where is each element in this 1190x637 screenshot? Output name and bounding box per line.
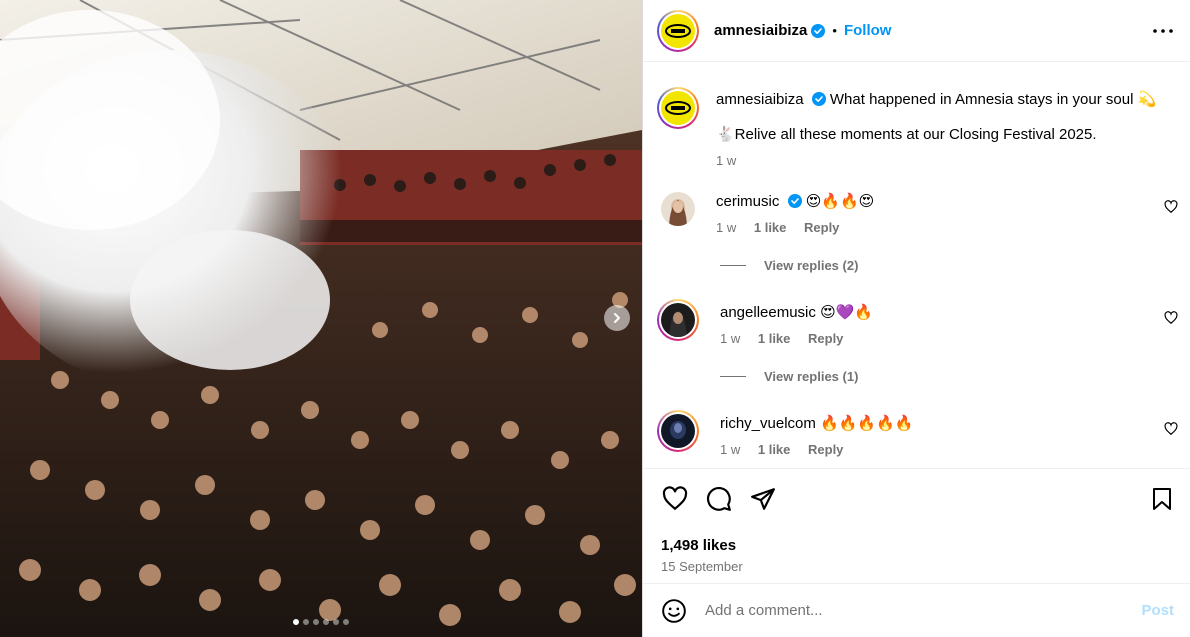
- paper-plane-icon[interactable]: [749, 485, 777, 513]
- comment-text: 😍💜🔥: [820, 304, 874, 321]
- comment-timestamp: 1 w: [720, 442, 741, 457]
- commenter-avatar[interactable]: [661, 192, 695, 226]
- carousel-dot: [293, 619, 299, 625]
- reply-button[interactable]: Reply: [804, 220, 839, 235]
- heart-icon[interactable]: [661, 485, 689, 513]
- author-avatar[interactable]: [657, 9, 699, 52]
- post-caption: amnesiaibiza What happened in Amnesia st…: [643, 63, 1190, 168]
- emoji-icon[interactable]: [661, 598, 687, 624]
- author-username[interactable]: amnesiaibiza: [714, 22, 807, 39]
- post-detail-panel: amnesiaibiza • Follow amnesiaibiza What …: [643, 0, 1190, 637]
- caption-username[interactable]: amnesiaibiza: [716, 91, 804, 108]
- comment-text: 😍🔥🔥😍: [805, 193, 875, 210]
- view-replies-label: View replies (1): [764, 368, 859, 384]
- post-header: amnesiaibiza • Follow: [643, 0, 1190, 62]
- verified-badge-icon: [787, 194, 802, 208]
- verified-badge-icon: [811, 92, 826, 106]
- more-options-icon[interactable]: [1151, 19, 1175, 43]
- comment-likes-count[interactable]: 1 like: [754, 220, 787, 235]
- likes-count[interactable]: 1,498 likes: [661, 537, 1176, 554]
- caption-text-line2: 🐇Relive all these moments at our Closing…: [716, 126, 1097, 143]
- comment-username[interactable]: richy_vuelcom: [720, 415, 816, 432]
- comments-list[interactable]: amnesiaibiza What happened in Amnesia st…: [643, 63, 1190, 468]
- amnesia-logo: [661, 13, 695, 48]
- carousel-dot: [343, 619, 349, 625]
- comment-text: 🔥🔥🔥🔥🔥: [820, 415, 914, 432]
- reply-button[interactable]: Reply: [808, 331, 843, 346]
- header-separator: •: [832, 23, 837, 38]
- verified-badge-icon: [811, 23, 826, 38]
- comment-timestamp: 1 w: [720, 331, 741, 346]
- post-media: [0, 0, 642, 637]
- author-avatar[interactable]: [657, 87, 699, 129]
- comment-item: angelleemusic 😍💜🔥 1 w 1 like Reply: [643, 299, 1190, 346]
- comment-username[interactable]: angelleemusic: [720, 304, 816, 321]
- comment-username[interactable]: cerimusic: [716, 193, 779, 210]
- carousel-dot: [313, 619, 319, 625]
- comment-input[interactable]: [705, 602, 1142, 619]
- view-replies-button[interactable]: View replies (1): [720, 368, 1190, 384]
- commenter-avatar[interactable]: [657, 299, 699, 341]
- chevron-right-icon: [614, 313, 620, 323]
- reply-button[interactable]: Reply: [808, 442, 843, 457]
- comment-bubble-icon[interactable]: [705, 485, 733, 513]
- caption-text: What happened in Amnesia stays in your s…: [829, 91, 1157, 108]
- club-crowd-photo: [0, 0, 642, 637]
- view-replies-label: View replies (2): [764, 257, 859, 273]
- commenter-avatar[interactable]: [657, 410, 699, 452]
- carousel-dot: [303, 619, 309, 625]
- carousel-dot: [333, 619, 339, 625]
- caption-timestamp: 1 w: [716, 153, 737, 168]
- carousel-indicator: [0, 619, 642, 625]
- bookmark-icon[interactable]: [1148, 485, 1176, 513]
- comment-item: cerimusic 😍🔥🔥😍 1 w 1 like Reply: [643, 192, 1190, 235]
- post-comment-button[interactable]: Post: [1141, 602, 1174, 619]
- comment-like-heart-icon[interactable]: [1164, 200, 1178, 214]
- carousel-next-button[interactable]: [604, 305, 630, 331]
- carousel-dot: [323, 619, 329, 625]
- comment-timestamp: 1 w: [716, 220, 737, 235]
- post-actions: 1,498 likes 15 September: [643, 468, 1190, 574]
- comment-like-heart-icon[interactable]: [1164, 311, 1178, 325]
- view-replies-button[interactable]: View replies (2): [720, 257, 1190, 273]
- follow-button[interactable]: Follow: [844, 22, 892, 39]
- comment-like-heart-icon[interactable]: [1164, 422, 1178, 436]
- add-comment-bar: Post: [643, 583, 1190, 637]
- comment-likes-count[interactable]: 1 like: [758, 331, 791, 346]
- comment-likes-count[interactable]: 1 like: [758, 442, 791, 457]
- post-date: 15 September: [661, 559, 743, 574]
- comment-item: richy_vuelcom 🔥🔥🔥🔥🔥 1 w 1 like Reply: [643, 410, 1190, 457]
- amnesia-logo: [661, 91, 695, 125]
